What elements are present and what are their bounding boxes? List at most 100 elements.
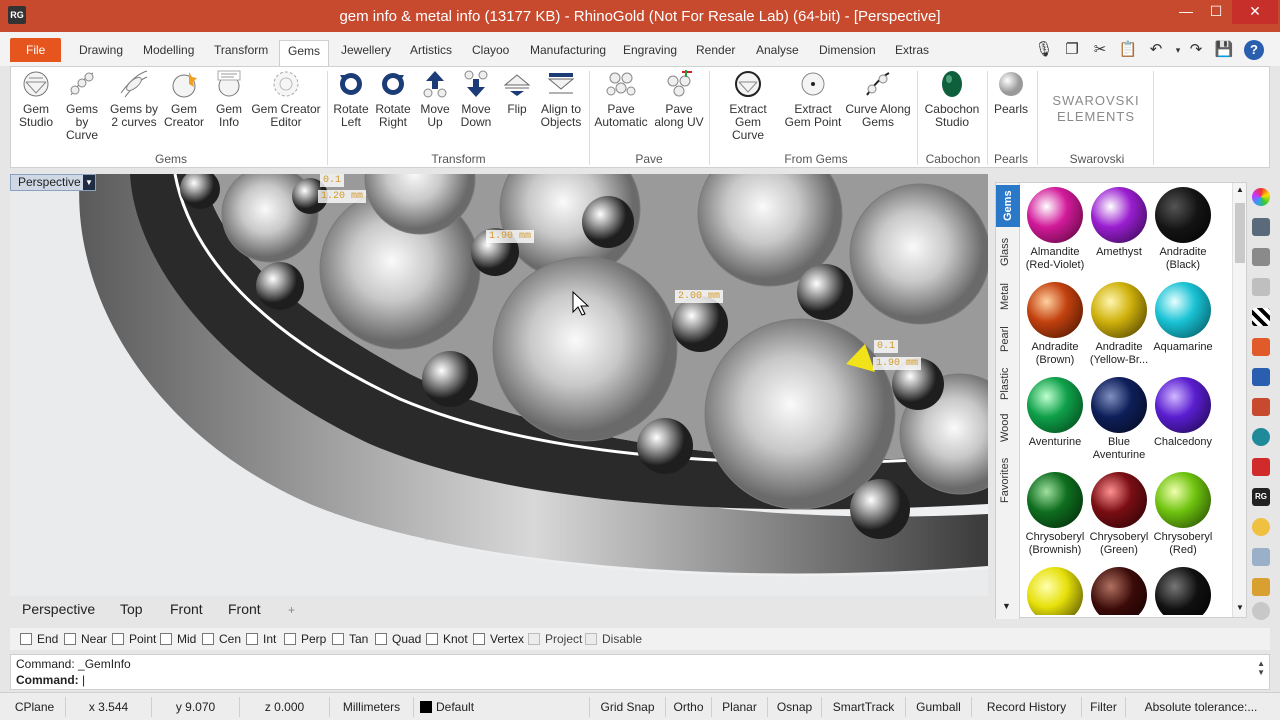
gem-creator-editor-button[interactable]: Gem Creator Editor <box>251 69 321 129</box>
close-button[interactable]: ✕ <box>1232 0 1278 24</box>
gem-swatch-aquamarine[interactable]: Aquamarine <box>1152 282 1214 354</box>
osnap-cen[interactable]: Cen <box>202 632 241 646</box>
viewtab-perspective[interactable]: Perspective <box>22 601 95 617</box>
status-smarttrack[interactable]: SmartTrack <box>822 697 906 717</box>
tab-dimension[interactable]: Dimension <box>815 40 880 66</box>
light-icon[interactable] <box>1252 518 1270 536</box>
osnap-point[interactable]: Point <box>112 632 156 646</box>
command-scroll-icon[interactable]: ▲ ▼ <box>1257 659 1265 677</box>
vtab-wood[interactable]: Wood <box>999 411 1017 445</box>
scroll-thumb[interactable] <box>1235 203 1245 263</box>
folder-icon[interactable] <box>1252 578 1270 596</box>
extract-gem-curve-button[interactable]: Extract Gem Curve <box>715 69 781 142</box>
cube-icon[interactable] <box>1252 458 1270 476</box>
swarovski-logo[interactable]: SWAROVSKI ELEMENTS <box>1051 93 1141 125</box>
viewtab-top[interactable]: Top <box>120 601 143 617</box>
vtab-pearl[interactable]: Pearl <box>999 323 1017 355</box>
vtab-glass[interactable]: Glass <box>999 233 1017 271</box>
gem-swatch-andradite-black[interactable]: Andradite (Black) <box>1152 187 1214 272</box>
layers-icon[interactable] <box>1252 248 1270 266</box>
osnap-mid[interactable]: Mid <box>160 632 196 646</box>
gem-swatch-row5-2[interactable] <box>1088 567 1150 615</box>
properties-icon[interactable] <box>1252 278 1270 296</box>
gem-swatch-aventurine[interactable]: Aventurine <box>1024 377 1086 449</box>
osnap-end[interactable]: End <box>20 632 58 646</box>
named-views-icon[interactable] <box>1252 368 1270 386</box>
tab-drawing[interactable]: Drawing <box>75 40 127 66</box>
gem-swatch-almandite[interactable]: Almandite (Red-Violet) <box>1024 187 1086 272</box>
status-ortho[interactable]: Ortho <box>666 697 712 717</box>
gem-info-button[interactable]: Gem Info <box>209 69 249 129</box>
align-to-objects-button[interactable]: Align to Objects <box>537 69 585 129</box>
help-icon[interactable]: ? <box>1244 40 1264 60</box>
color-wheel-icon[interactable] <box>1252 188 1270 206</box>
osnap-knot[interactable]: Knot <box>426 632 468 646</box>
status-filter[interactable]: Filter <box>1082 697 1126 717</box>
command-area[interactable]: Command: _GemInfo Command: | ▲ ▼ <box>10 654 1270 690</box>
save-icon[interactable]: 💾 <box>1214 40 1234 60</box>
viewport-label[interactable]: Perspective ▼ <box>10 174 96 191</box>
osnap-disable[interactable]: Disable <box>585 632 642 646</box>
dimension-label[interactable]: 1.20 mm <box>318 190 367 203</box>
dimension-label[interactable]: 1.90 mm <box>873 357 922 370</box>
status-grid-snap[interactable]: Grid Snap <box>590 697 666 717</box>
undo-dropdown-icon[interactable]: ▾ <box>1168 40 1188 60</box>
gems-by-2-curves-button[interactable]: Gems by 2 curves <box>109 69 159 129</box>
osnap-tan[interactable]: Tan <box>332 632 368 646</box>
osnap-int[interactable]: Int <box>246 632 276 646</box>
dimension-label[interactable]: 0.1 <box>874 340 899 353</box>
pave-along-uv-button[interactable]: Pave along UV <box>651 69 707 129</box>
status-layer[interactable]: Default <box>414 697 590 717</box>
gems-by-curve-button[interactable]: Gems by Curve <box>59 69 105 142</box>
materials-icon[interactable] <box>1252 398 1270 416</box>
tab-artistics[interactable]: Artistics <box>406 40 456 66</box>
vtab-gems[interactable]: Gems <box>996 185 1020 227</box>
command-prompt[interactable]: Command: | <box>16 673 85 687</box>
gem-swatch-andradite-yellow[interactable]: Andradite (Yellow-Br... <box>1088 282 1150 367</box>
gem-swatch-chrysoberyl-green[interactable]: Chrysoberyl (Green) <box>1088 472 1150 557</box>
extract-gem-point-button[interactable]: Extract Gem Point <box>783 69 843 129</box>
gem-swatch-row5-3[interactable] <box>1152 567 1214 615</box>
gem-swatch-chrysoberyl-brownish[interactable]: Chrysoberyl (Brownish) <box>1024 472 1086 557</box>
undo-icon[interactable]: ↶ <box>1146 40 1166 60</box>
osnap-quad[interactable]: Quad <box>375 632 421 646</box>
tab-modelling[interactable]: Modelling <box>139 40 198 66</box>
status-record-history[interactable]: Record History <box>972 697 1082 717</box>
rhinogold-icon[interactable]: RG <box>1252 488 1270 506</box>
perspective-viewport[interactable]: 0.1 1.20 mm 1.90 mm 2.00 mm 0.1 1.90 mm <box>10 174 988 596</box>
gem-swatch-chrysoberyl-red[interactable]: Chrysoberyl (Red) <box>1152 472 1214 557</box>
tabs-scroll-down-icon[interactable]: ▼ <box>1002 601 1011 611</box>
add-viewport-tab-button[interactable]: + <box>288 603 295 617</box>
gem-studio-button[interactable]: Gem Studio <box>15 69 57 129</box>
vtab-favorites[interactable]: Favorites <box>999 453 1017 507</box>
maximize-button[interactable]: ☐ <box>1202 0 1230 24</box>
tab-file[interactable]: File <box>10 38 62 62</box>
tab-analyse[interactable]: Analyse <box>752 40 803 66</box>
rotate-left-button[interactable]: Rotate Left <box>331 69 371 129</box>
tab-engraving[interactable]: Engraving <box>619 40 681 66</box>
status-units[interactable]: Millimeters <box>330 697 414 717</box>
osnap-near[interactable]: Near <box>64 632 107 646</box>
viewtab-front[interactable]: Front <box>170 601 203 617</box>
dimension-label[interactable]: 0.1 <box>320 174 345 187</box>
minimize-button[interactable]: — <box>1172 0 1200 24</box>
tab-gems[interactable]: Gems <box>279 40 330 66</box>
move-up-button[interactable]: Move Up <box>415 69 455 129</box>
gem-swatch-amethyst[interactable]: Amethyst <box>1088 187 1150 259</box>
gem-swatch-chalcedony[interactable]: Chalcedony <box>1152 377 1214 449</box>
environment-icon[interactable] <box>1252 428 1270 446</box>
vtab-metal[interactable]: Metal <box>999 279 1017 315</box>
viewtab-front-2[interactable]: Front <box>228 601 261 617</box>
status-cplane[interactable]: CPlane <box>4 697 66 717</box>
gem-swatch-blue-aventurine[interactable]: Blue Aventurine <box>1088 377 1150 462</box>
dimension-label[interactable]: 1.90 mm <box>486 230 535 243</box>
tab-extras[interactable]: Extras <box>891 40 933 66</box>
microphone-icon[interactable]: 🎙 <box>1034 40 1054 60</box>
render-icon[interactable] <box>1252 338 1270 356</box>
copy-icon[interactable]: ❐ <box>1062 40 1082 60</box>
help-panel-icon[interactable] <box>1252 548 1270 566</box>
paste-icon[interactable]: 📋 <box>1118 40 1138 60</box>
status-osnap[interactable]: Osnap <box>768 697 822 717</box>
display-icon[interactable] <box>1252 218 1270 236</box>
redo-icon[interactable]: ↷ <box>1186 40 1206 60</box>
